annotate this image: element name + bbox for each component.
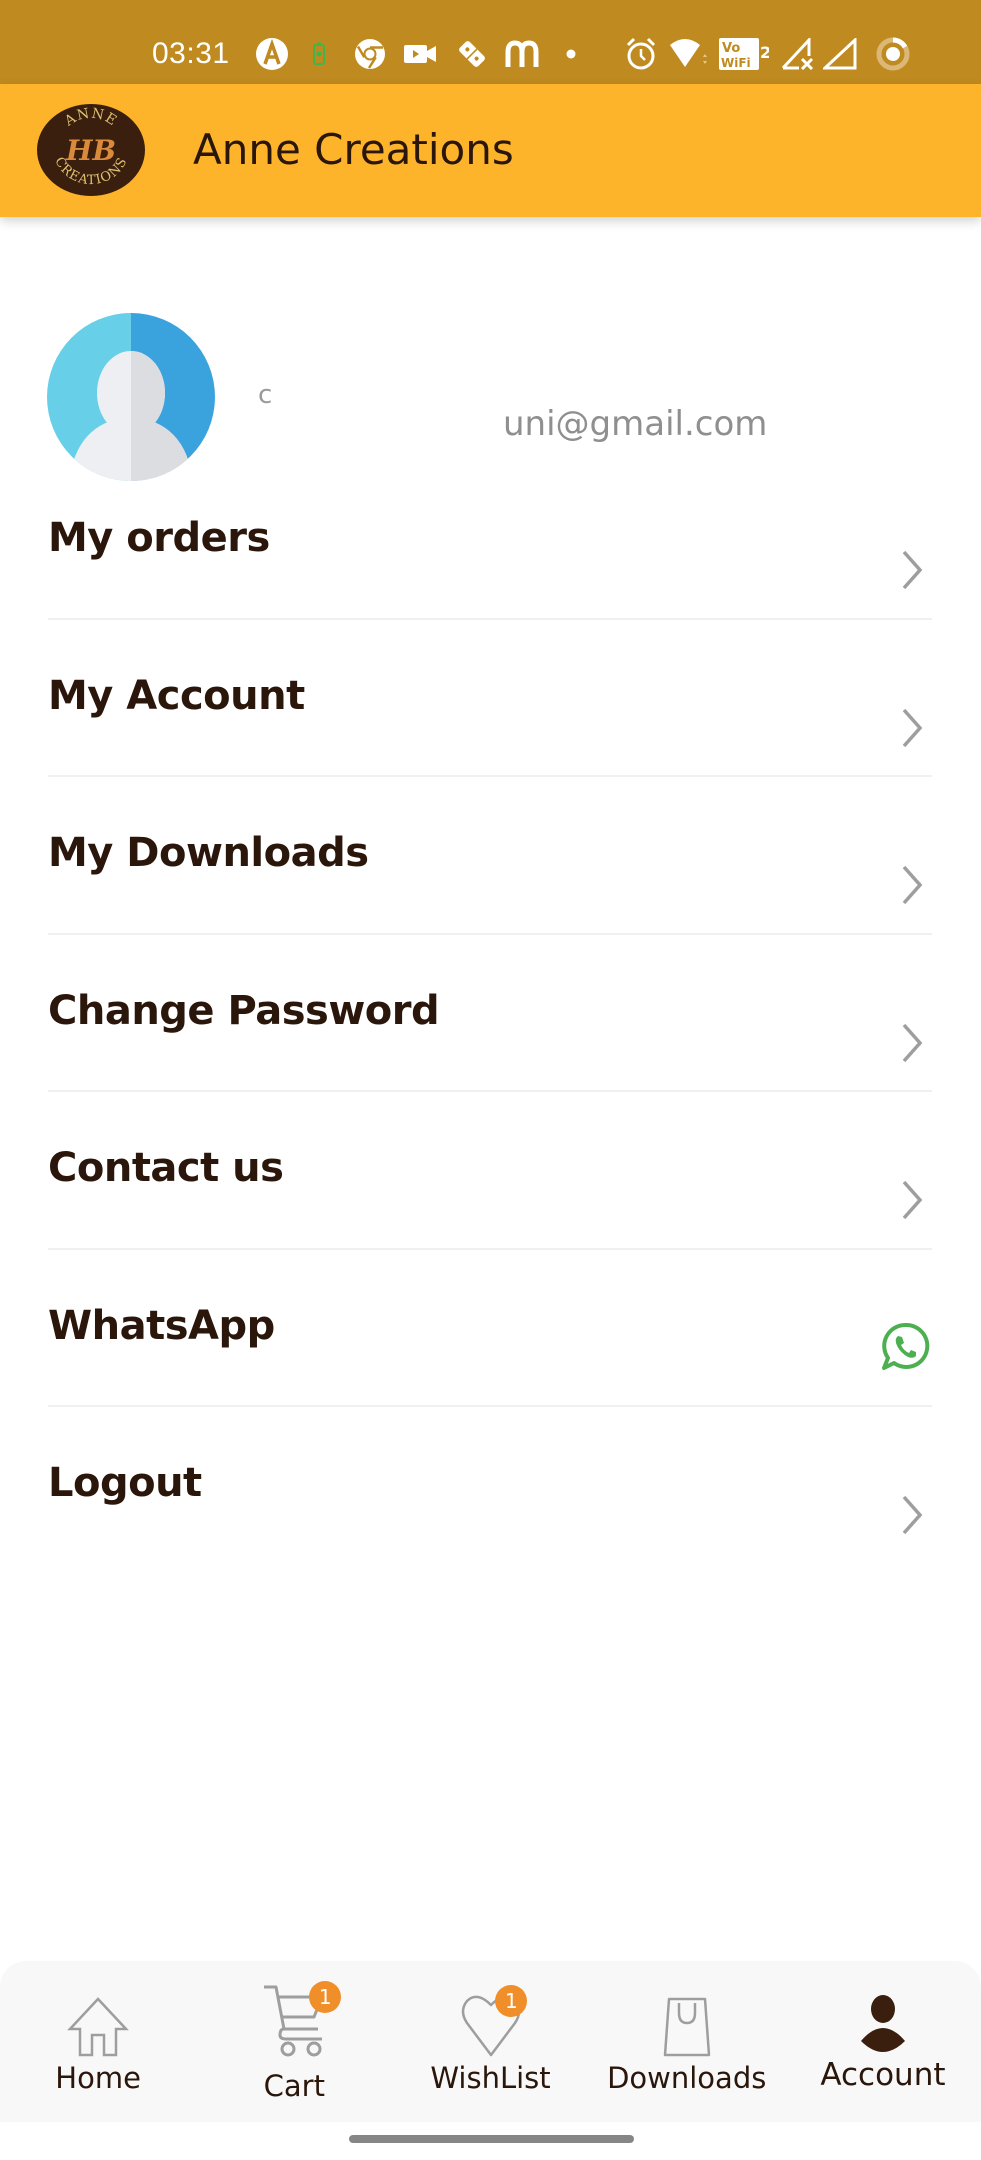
signal-no-service-icon: [780, 36, 816, 72]
menu-item-logout[interactable]: Logout: [48, 1407, 932, 1565]
chevron-right-icon: [902, 1495, 923, 1535]
menu-item-label: My Downloads: [48, 830, 369, 876]
chevron-right-icon: [902, 1180, 923, 1220]
nav-home[interactable]: Home: [0, 1961, 196, 2122]
profile-name: c: [258, 380, 273, 410]
account-menu: My orders My Account My Downloads Change…: [48, 462, 932, 1565]
battery-ring-icon: [874, 36, 912, 72]
brand-logo[interactable]: ANNE HB CREATIONS: [37, 104, 145, 196]
menu-item-label: Logout: [48, 1460, 202, 1506]
nav-label: Home: [55, 2061, 141, 2095]
chevron-right-icon: [902, 1023, 923, 1062]
chevron-right-icon: [902, 708, 923, 747]
alarm-icon: [624, 36, 658, 72]
menu-item-label: Contact us: [48, 1145, 284, 1191]
whatsapp-icon: [882, 1322, 930, 1370]
app-bar: ANNE HB CREATIONS Anne Creations: [0, 84, 981, 217]
signal-icon: [822, 36, 858, 72]
chevron-right-icon: [902, 865, 923, 905]
nav-label: Cart: [263, 2069, 325, 2103]
menu-item-change-password[interactable]: Change Password: [48, 935, 932, 1092]
chevron-right-icon: [902, 550, 923, 590]
status-bar: 03:31 Vo WiFi 2: [0, 0, 981, 84]
home-indicator[interactable]: [349, 2135, 634, 2143]
nav-account[interactable]: Account: [785, 1961, 981, 2122]
menu-item-my-account[interactable]: My Account: [48, 620, 932, 777]
notification-dot-icon: [564, 36, 578, 72]
app-title: Anne Creations: [193, 125, 514, 174]
menu-item-label: My Account: [48, 672, 305, 719]
menu-item-whatsapp[interactable]: WhatsApp: [48, 1250, 932, 1407]
svg-text:2: 2: [760, 43, 769, 62]
menu-item-label: Change Password: [48, 987, 440, 1034]
svg-text:WiFi: WiFi: [721, 56, 751, 70]
svg-text:ANNE: ANNE: [61, 106, 120, 130]
menu-item-label: WhatsApp: [48, 1302, 275, 1349]
m-app-icon: [503, 36, 541, 72]
domino-icon: [455, 36, 489, 72]
video-camera-icon: [402, 36, 438, 72]
chrome-icon: [352, 36, 388, 72]
nav-label: Account: [820, 2057, 946, 2093]
home-icon: [67, 1997, 129, 2057]
wifi-icon: [667, 36, 709, 72]
battery-saver-icon: [309, 36, 329, 72]
svg-text:Vo: Vo: [722, 41, 740, 56]
avatar[interactable]: [47, 313, 215, 481]
person-icon: [860, 1995, 905, 2052]
shopping-bag-icon: [663, 1997, 710, 2057]
vowifi-2-icon: Vo WiFi 2: [719, 36, 769, 72]
nav-label: WishList: [430, 2061, 551, 2095]
nav-cart[interactable]: 1 Cart: [196, 1961, 392, 2122]
cart-count-badge: 1: [309, 1981, 342, 2013]
nav-wishlist[interactable]: 1 WishList: [392, 1961, 588, 2122]
arc-app-icon: [254, 36, 290, 72]
nav-label: Downloads: [607, 2061, 767, 2095]
profile-email: uni@gmail.com: [503, 404, 768, 444]
bottom-navigation: Home 1 Cart 1 WishList Downloads Account: [0, 1961, 981, 2122]
menu-item-contact-us[interactable]: Contact us: [48, 1092, 932, 1250]
svg-text:HB: HB: [65, 134, 116, 167]
menu-item-my-downloads[interactable]: My Downloads: [48, 777, 932, 935]
nav-downloads[interactable]: Downloads: [589, 1961, 785, 2122]
status-time: 03:31: [152, 37, 230, 70]
menu-item-my-orders[interactable]: My orders: [48, 462, 932, 620]
menu-item-label: My orders: [48, 515, 270, 561]
